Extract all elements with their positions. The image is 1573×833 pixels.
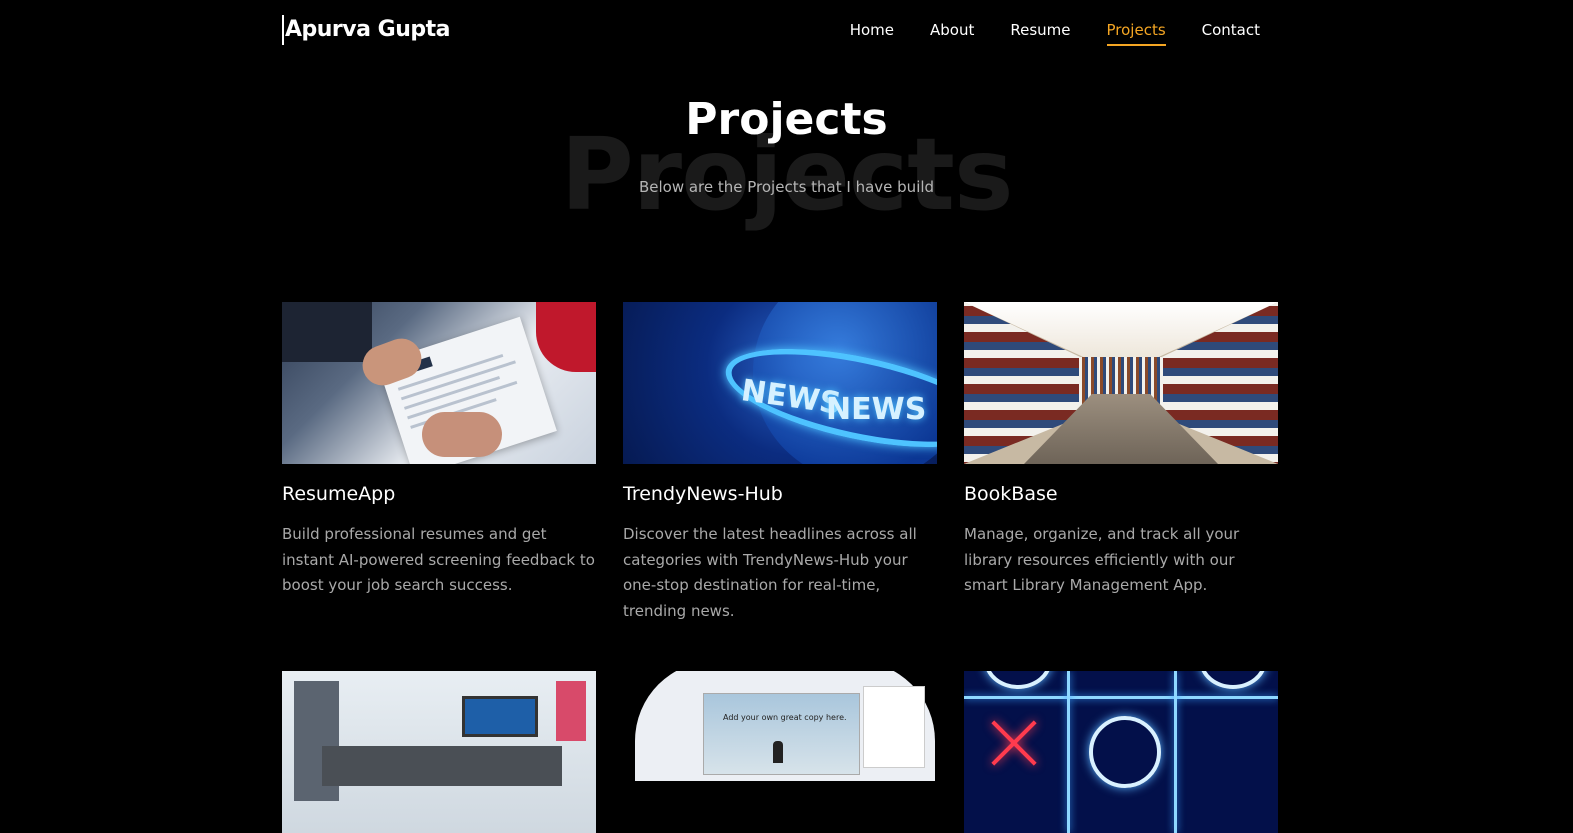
project-card-resumeapp[interactable]: ResumeApp Build professional resumes and… [282, 302, 596, 624]
nav-contact[interactable]: Contact [1202, 20, 1260, 45]
nav-resume[interactable]: Resume [1010, 20, 1070, 45]
project-image-tictactoe[interactable] [964, 671, 1278, 833]
project-card-4[interactable] [282, 671, 596, 833]
project-title[interactable]: BookBase [964, 482, 1278, 506]
editor-caption: Add your own great copy here. [723, 713, 847, 722]
project-description: Manage, organize, and track all your lib… [964, 525, 1240, 594]
project-image-editor[interactable]: Add your own great copy here. [623, 671, 937, 833]
project-card-trendynews[interactable]: NEWS NEWS TrendyNews-Hub Discover the la… [623, 302, 937, 624]
nav-about[interactable]: About [930, 20, 974, 45]
site-header: Apurva Gupta Home About Resume Projects … [0, 0, 1573, 62]
project-image-news[interactable]: NEWS NEWS [623, 302, 937, 464]
brand-logo[interactable]: Apurva Gupta [282, 15, 450, 45]
nav-projects[interactable]: Projects [1106, 20, 1166, 46]
project-title[interactable]: TrendyNews-Hub [623, 482, 937, 506]
project-title[interactable]: ResumeApp [282, 482, 596, 506]
project-image-clinic[interactable] [282, 671, 596, 833]
project-card-5[interactable]: Add your own great copy here. [623, 671, 937, 833]
page-title: Projects [685, 94, 888, 145]
projects-grid: ResumeApp Build professional resumes and… [282, 302, 1278, 833]
project-card-6[interactable] [964, 671, 1278, 833]
project-description: Build professional resumes and get insta… [282, 525, 595, 594]
project-description: Discover the latest headlines across all… [623, 525, 917, 620]
nav-home[interactable]: Home [850, 20, 894, 45]
main-nav: Home About Resume Projects Contact [814, 20, 1260, 46]
project-card-bookbase[interactable]: BookBase Manage, organize, and track all… [964, 302, 1278, 624]
project-image-library[interactable] [964, 302, 1278, 464]
projects-hero: Projects Projects Below are the Projects… [0, 80, 1573, 260]
page-subtitle: Below are the Projects that I have build [638, 178, 935, 196]
project-image-resume[interactable] [282, 302, 596, 464]
news-text-right: NEWS [826, 392, 927, 427]
